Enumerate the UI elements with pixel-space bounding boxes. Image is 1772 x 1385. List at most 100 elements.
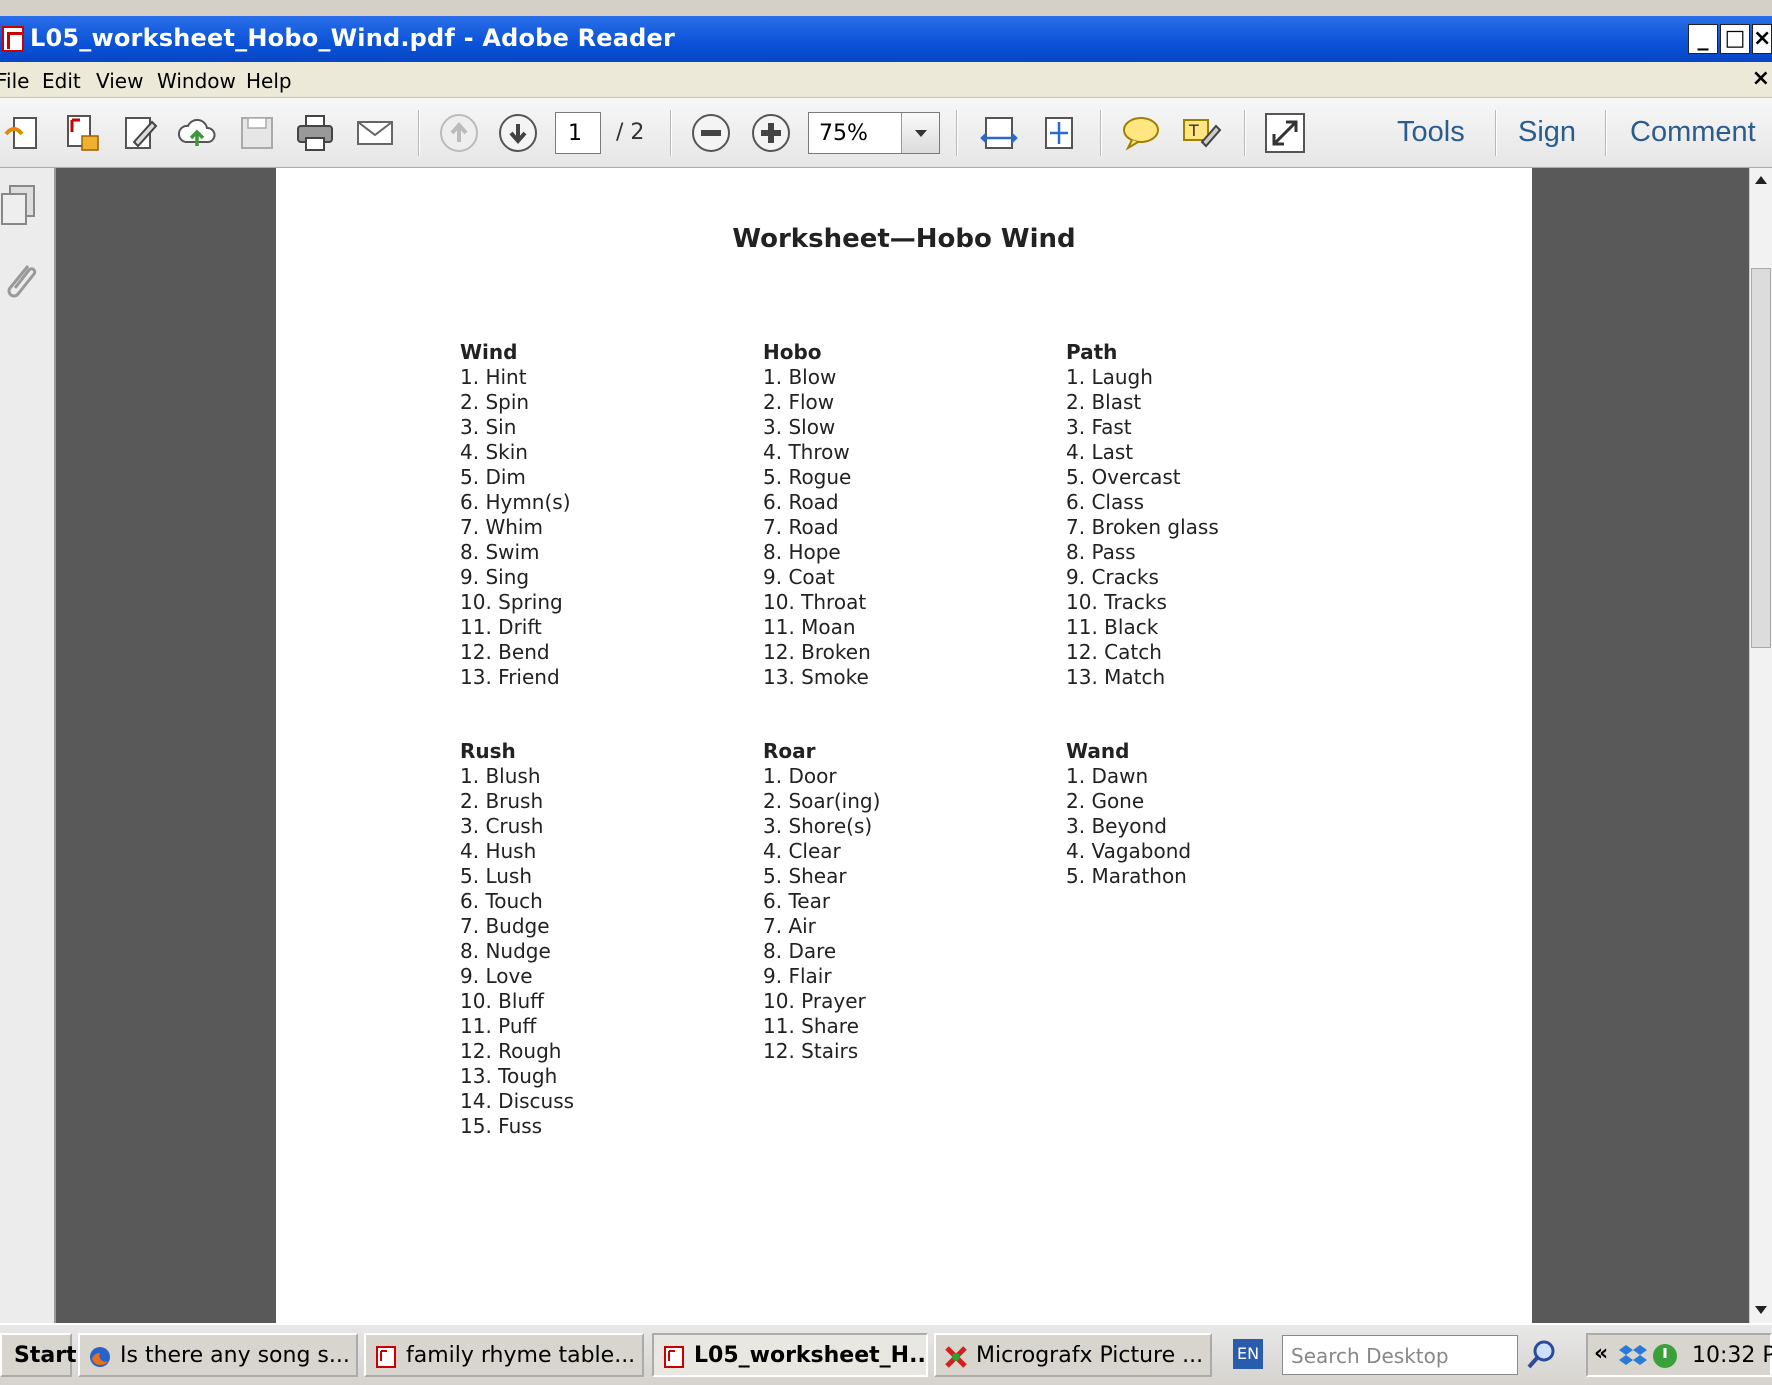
taskbar-item-adobe-reader[interactable]: L05_worksheet_H... (652, 1333, 928, 1377)
word-list-item: 13. Friend (460, 665, 560, 689)
word-list-item: 12. Catch (1066, 640, 1162, 664)
print-icon[interactable] (294, 112, 336, 154)
group-heading: Rush (460, 739, 516, 763)
word-list-item: 7. Broken glass (1066, 515, 1219, 539)
start-button[interactable]: Start (0, 1333, 77, 1377)
close-button[interactable]: × (1752, 24, 1772, 54)
scrollbar-thumb[interactable] (1751, 268, 1771, 648)
taskbar-item-firefox[interactable]: Is there any song s... (78, 1333, 358, 1377)
scroll-up-icon[interactable] (1755, 176, 1767, 184)
menu-file[interactable]: File (0, 69, 29, 93)
toolbar-separator (1495, 110, 1497, 156)
navigation-panel (0, 168, 56, 1323)
full-screen-icon[interactable] (1264, 112, 1306, 154)
edit-pdf-icon[interactable] (120, 112, 162, 154)
toolbar-separator (1100, 110, 1102, 156)
next-page-icon[interactable] (497, 112, 539, 154)
highlight-text-icon[interactable]: T (1180, 112, 1222, 154)
page-number-input[interactable]: 1 (555, 112, 601, 154)
word-group-rush: Rush 1. Blush 2. Brush 3. Crush 4. Hush 5. L… (460, 739, 574, 1139)
word-list-item: 2. Blast (1066, 390, 1142, 414)
clock: 10:32 P (1692, 1343, 1772, 1368)
word-list-item: 5. Dim (460, 465, 526, 489)
dropbox-icon[interactable] (1618, 1341, 1648, 1371)
document-viewport[interactable]: Worksheet—Hobo Wind Wind 1. Hint 2. Spin 3… (56, 168, 1749, 1323)
word-list-item: 10. Spring (460, 590, 563, 614)
previous-page-icon[interactable] (438, 112, 480, 154)
create-pdf-icon[interactable] (2, 112, 44, 154)
menu-window[interactable]: Window (157, 69, 236, 93)
word-list-item: 8. Swim (460, 540, 540, 564)
word-list-item: 10. Bluff (460, 989, 544, 1013)
close-document-icon[interactable]: × (1752, 66, 1770, 91)
update-icon[interactable] (1650, 1341, 1680, 1371)
menu-bar: File Edit View Window Help × (0, 62, 1772, 98)
group-heading: Hobo (763, 340, 822, 364)
word-list-item: 3. Beyond (1066, 814, 1167, 838)
firefox-icon (90, 1347, 110, 1367)
taskbar-item-family-rhyme-table[interactable]: family rhyme table... (364, 1333, 644, 1377)
word-list-item: 10. Tracks (1066, 590, 1167, 614)
page-thumbnails-icon[interactable] (0, 182, 40, 226)
menu-edit[interactable]: Edit (42, 69, 81, 93)
task-label: family rhyme table... (406, 1343, 636, 1368)
word-list-item: 5. Shear (763, 864, 847, 888)
save-icon[interactable] (236, 112, 278, 154)
adobe-reader-window: L05_worksheet_Hobo_Wind.pdf - Adobe Read… (0, 0, 1772, 1385)
sticky-note-icon[interactable] (1120, 112, 1162, 154)
toolbar: 1 / 2 75% T Tools Sign Comment (0, 98, 1772, 168)
word-list-item: 9. Flair (763, 964, 832, 988)
chevron-down-icon[interactable] (901, 113, 939, 153)
menu-help[interactable]: Help (246, 69, 292, 93)
window-title: L05_worksheet_Hobo_Wind.pdf - Adobe Read… (30, 24, 676, 52)
word-list-item: 2. Spin (460, 390, 530, 414)
word-list-item: 7. Road (763, 515, 839, 539)
word-list-item: 15. Fuss (460, 1114, 543, 1138)
word-list-item: 7. Whim (460, 515, 543, 539)
micrografx-icon (945, 1346, 967, 1368)
word-group-hobo: Hobo 1. Blow 2. Flow 3. Slow 4. Throw 5. Rog… (763, 340, 871, 690)
zoom-out-icon[interactable] (690, 112, 732, 154)
attachments-icon[interactable] (0, 258, 40, 302)
pdf-app-icon (2, 26, 24, 52)
vertical-scrollbar[interactable] (1749, 168, 1772, 1323)
word-list-item: 12. Bend (460, 640, 550, 664)
word-list-item: 4. Throw (763, 440, 850, 464)
sign-pane-button[interactable]: Sign (1518, 116, 1576, 149)
title-bar[interactable]: L05_worksheet_Hobo_Wind.pdf - Adobe Read… (0, 16, 1772, 62)
toolbar-separator (956, 110, 958, 156)
maximize-button[interactable]: □ (1720, 24, 1750, 54)
fit-width-icon[interactable] (978, 112, 1020, 154)
comment-pane-button[interactable]: Comment (1630, 116, 1756, 149)
zoom-in-icon[interactable] (750, 112, 792, 154)
minimize-button[interactable]: _ (1688, 24, 1718, 54)
word-list-item: 5. Rogue (763, 465, 852, 489)
search-icon[interactable] (1524, 1337, 1560, 1373)
word-list-item: 9. Sing (460, 565, 530, 589)
fit-page-icon[interactable] (1038, 112, 1080, 154)
word-list-item: 11. Moan (763, 615, 856, 639)
cloud-upload-icon[interactable] (176, 112, 218, 154)
word-list-item: 3. Crush (460, 814, 544, 838)
scroll-down-icon[interactable] (1755, 1306, 1767, 1314)
zoom-level-select[interactable]: 75% (808, 112, 940, 154)
word-list-item: 8. Nudge (460, 939, 551, 963)
email-icon[interactable] (354, 112, 396, 154)
word-list-item: 7. Air (763, 914, 816, 938)
search-desktop-input[interactable]: Search Desktop (1282, 1335, 1518, 1375)
word-group-wind: Wind 1. Hint 2. Spin 3. Sin 4. Skin 5. Dim 6.… (460, 340, 571, 690)
show-hidden-icons-chevron[interactable]: « (1594, 1341, 1608, 1366)
combine-files-icon[interactable] (60, 112, 102, 154)
taskbar-item-micrografx[interactable]: Micrografx Picture ... (934, 1333, 1212, 1377)
word-group-path: Path 1. Laugh 2. Blast 3. Fast 4. Last 5. Ov… (1066, 340, 1219, 690)
word-list-item: 8. Hope (763, 540, 841, 564)
task-label: Is there any song s... (120, 1343, 350, 1368)
language-indicator[interactable]: EN (1233, 1339, 1263, 1369)
word-list-item: 4. Hush (460, 839, 537, 863)
tools-pane-button[interactable]: Tools (1397, 116, 1465, 149)
word-list-item: 1. Dawn (1066, 764, 1149, 788)
menu-view[interactable]: View (96, 69, 143, 93)
group-heading: Roar (763, 739, 816, 763)
word-list-item: 10. Prayer (763, 989, 866, 1013)
group-heading: Wind (460, 340, 518, 364)
